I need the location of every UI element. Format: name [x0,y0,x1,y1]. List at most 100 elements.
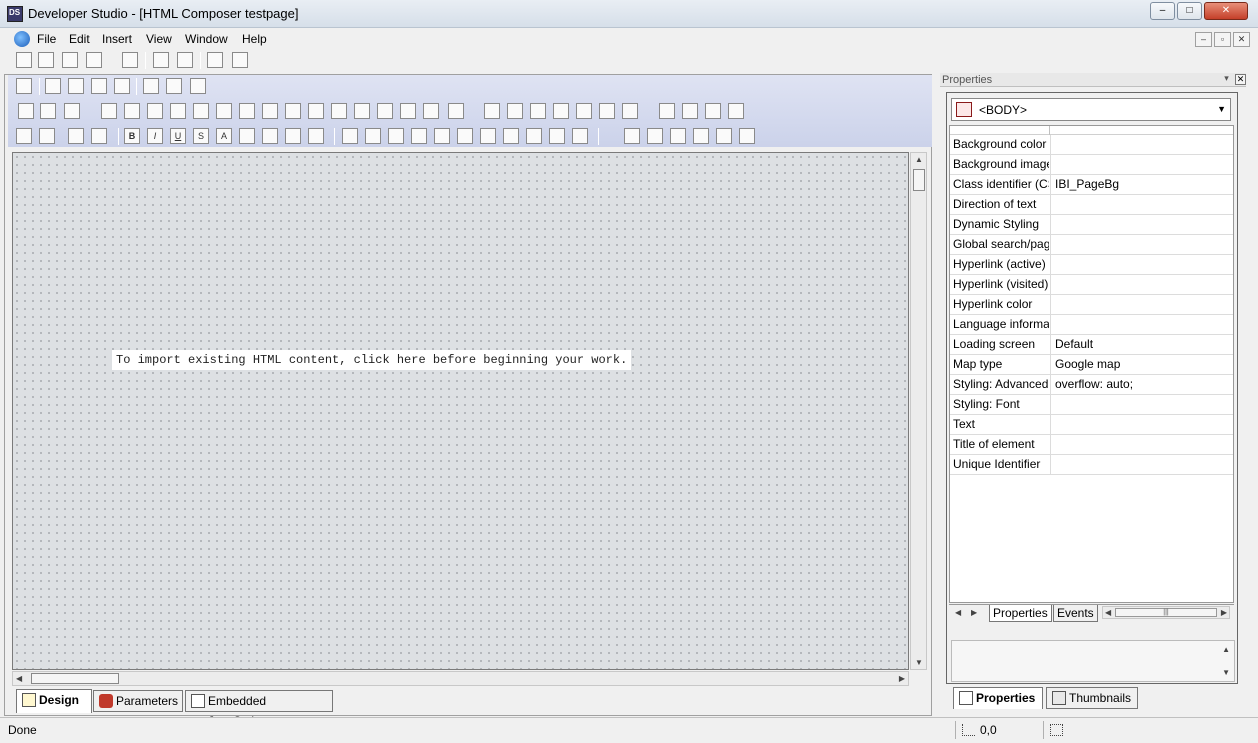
panel-icon[interactable] [553,103,569,119]
delete-icon[interactable] [114,78,130,94]
scroll-right-icon[interactable]: ▶ [899,674,905,683]
property-row[interactable]: Direction of text [950,195,1233,215]
properties-icon[interactable] [388,128,404,144]
property-value[interactable] [1050,415,1234,434]
upload-icon[interactable] [705,103,721,119]
tab-scroll-right-icon[interactable]: ▶ [971,608,977,617]
align-left-icon[interactable] [239,128,255,144]
property-row[interactable]: Unique Identifier [950,455,1233,475]
align-center-icon[interactable] [262,128,278,144]
font-color-icon[interactable]: A [216,128,232,144]
chart-icon[interactable] [40,103,56,119]
menu-help[interactable]: Help [242,32,267,46]
connect-icon[interactable] [86,52,102,68]
align-bottoms-icon[interactable] [480,128,496,144]
panel-close-button[interactable]: ✕ [1235,74,1246,85]
property-row[interactable]: Background image [950,155,1233,175]
property-value[interactable] [1050,315,1234,334]
space-down-icon[interactable] [647,128,663,144]
redo-icon[interactable] [166,78,182,94]
link-icon[interactable] [16,128,32,144]
folder-icon[interactable] [659,103,675,119]
scroll-right-icon[interactable]: ▶ [1221,608,1227,617]
menu-file[interactable]: File [37,32,56,46]
textarea-icon[interactable] [239,103,255,119]
report-icon[interactable] [18,103,34,119]
open-icon[interactable] [38,52,54,68]
close-button[interactable]: ✕ [1204,2,1248,20]
pin-icon[interactable]: ▾ [1221,74,1232,85]
group-box-icon[interactable] [576,103,592,119]
same-width-icon[interactable] [526,128,542,144]
grid-icon[interactable] [342,128,358,144]
scroll-down-icon[interactable]: ▼ [1222,668,1230,677]
radio-icon[interactable] [354,103,370,119]
property-value[interactable] [1050,295,1234,314]
import-html-hint[interactable]: To import existing HTML content, click h… [112,350,632,370]
undo-icon[interactable] [143,78,159,94]
subtab-events[interactable]: Events [1053,605,1098,622]
align-middles-icon[interactable] [503,128,519,144]
button-icon[interactable] [331,103,347,119]
relations-icon[interactable] [716,128,732,144]
property-value[interactable] [1050,235,1234,254]
paste-icon[interactable] [91,78,107,94]
explorer-icon[interactable] [153,52,169,68]
tab-control-icon[interactable] [448,103,464,119]
element-selector[interactable]: <BODY> ▼ [951,98,1231,121]
property-row[interactable]: Text [950,415,1233,435]
chevron-down-icon[interactable]: ▼ [1217,104,1226,114]
scroll-up-icon[interactable]: ▲ [1222,645,1230,654]
property-row[interactable]: Title of element [950,435,1233,455]
form-icon[interactable] [64,103,80,119]
mdi-close-button[interactable]: ✕ [1233,32,1250,47]
property-row[interactable]: Global search/paging [950,235,1233,255]
property-value[interactable] [1050,215,1234,234]
database-icon[interactable] [232,52,248,68]
align-lefts-icon[interactable] [411,128,427,144]
property-value[interactable] [1050,155,1234,174]
property-row[interactable]: Hyperlink color [950,295,1233,315]
listbox-icon[interactable] [262,103,278,119]
align-tops-icon[interactable] [457,128,473,144]
strikethrough-icon[interactable]: S [193,128,209,144]
bring-front-icon[interactable] [670,128,686,144]
canvas-horizontal-scrollbar[interactable]: ◀ ▶ [12,671,909,686]
property-row[interactable]: Styling: Advanced (CSS)overflow: auto; [950,375,1233,395]
mdi-minimize-button[interactable]: – [1195,32,1212,47]
module-icon[interactable] [177,52,193,68]
window-icon[interactable] [599,103,615,119]
scroll-left-icon[interactable]: ◀ [1105,608,1111,617]
property-row[interactable]: Hyperlink (active) color [950,255,1233,275]
scroll-up-icon[interactable]: ▲ [915,155,923,164]
refresh-icon[interactable] [190,78,206,94]
tab-embedded-javascript[interactable]: Embedded JavaScript [185,690,333,728]
italic-icon[interactable]: I [147,128,163,144]
property-value[interactable] [1050,135,1234,154]
property-value[interactable] [1050,455,1234,474]
save-icon[interactable] [16,78,32,94]
send-back-icon[interactable] [693,128,709,144]
property-value[interactable] [1050,195,1234,214]
mdi-restore-button[interactable]: ▫ [1214,32,1231,47]
new-icon[interactable] [16,52,32,68]
scroll-thumb[interactable] [31,673,119,684]
web-icon[interactable] [484,103,500,119]
menu-edit[interactable]: Edit [69,32,90,46]
underline-icon[interactable]: U [170,128,186,144]
minimize-button[interactable]: – [1150,2,1175,20]
textbox-icon[interactable] [216,103,232,119]
dropdown-icon[interactable] [285,103,301,119]
same-height-icon[interactable] [549,128,565,144]
property-value[interactable] [1050,255,1234,274]
tree-icon[interactable] [423,103,439,119]
property-row[interactable]: Dynamic Styling [950,215,1233,235]
tab-design[interactable]: Design [16,689,92,713]
image-icon[interactable] [124,103,140,119]
align-right-icon[interactable] [285,128,301,144]
disconnect-icon[interactable] [122,52,138,68]
menu-window[interactable]: Window [185,32,228,46]
property-value[interactable]: Google map [1050,355,1234,374]
property-row[interactable]: Class identifier (CSS)IBI_PageBg [950,175,1233,195]
tab-thumbnails[interactable]: Thumbnails [1046,687,1138,709]
